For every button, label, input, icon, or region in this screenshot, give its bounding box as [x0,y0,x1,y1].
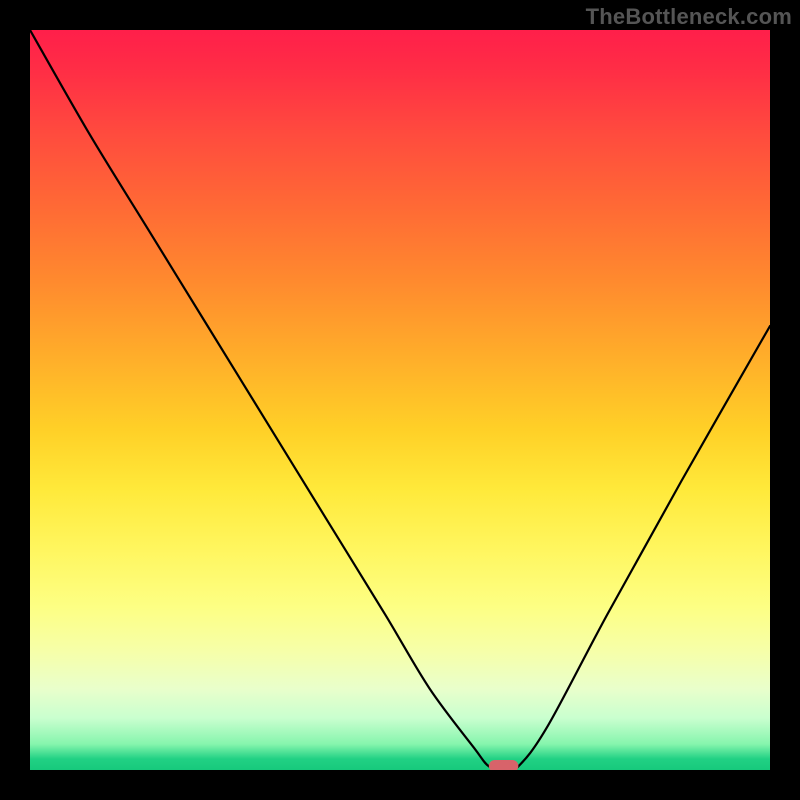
optimum-marker [489,760,519,770]
watermark-text: TheBottleneck.com [586,4,792,30]
chart-frame: TheBottleneck.com [0,0,800,800]
bottleneck-curve [30,30,770,770]
curve-svg [30,30,770,770]
plot-area [30,30,770,770]
